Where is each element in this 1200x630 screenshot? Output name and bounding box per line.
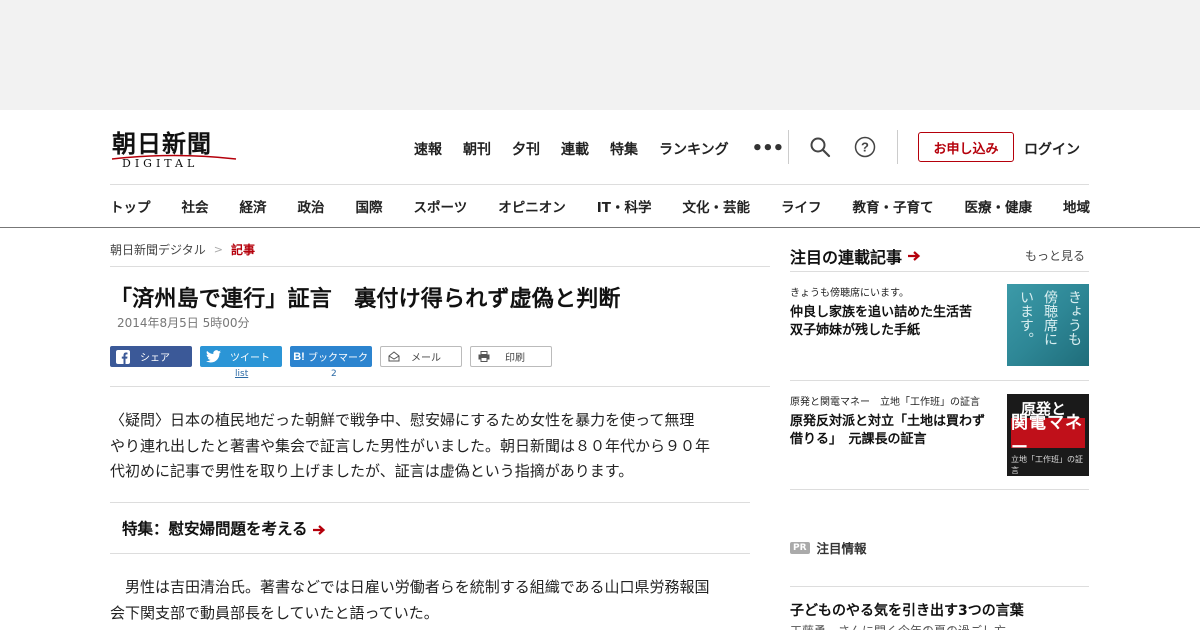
twitter-share-count[interactable]: list (235, 369, 248, 379)
thumb-text: 立地「工作班」の証言 (1011, 455, 1083, 475)
more-menu-icon[interactable]: ••• (752, 138, 785, 159)
category-nav: トップ 社会 経済 政治 国際 スポーツ オピニオン IT・科学 文化・芸能 ラ… (110, 196, 1090, 216)
lead-line: 〈疑問〉日本の植民地だった朝鮮で戦争中、慰安婦にするため女性を暴力を使って無理 (110, 411, 695, 429)
article-title: 「済州島で連行」証言 裏付け得られず虚偽と判断 (110, 287, 621, 312)
lead-line: やり連れ出したと著書や集会で証言した男性がいました。朝日新聞は８０年代から９０年 (110, 436, 711, 455)
cat-education[interactable]: 教育・子育て (852, 196, 933, 216)
divider (790, 586, 1089, 587)
breadcrumb-current[interactable]: 記事 (231, 241, 255, 258)
hatena-bookmark-button[interactable]: B! ブックマーク (290, 346, 372, 367)
article-body: 男性は吉田清治氏。著書などでは日雇い労働者らを統制する組織である山口県労務報国 … (110, 575, 752, 626)
body-line: 男性は吉田清治氏。著書などでは日雇い労働者らを統制する組織である山口県労務報国 (110, 578, 710, 596)
gnav-item-sokuho[interactable]: 速報 (414, 139, 442, 159)
cat-society[interactable]: 社会 (182, 196, 209, 216)
feature-link[interactable]: 特集：慰安婦問題を考える (122, 517, 326, 539)
facebook-icon (110, 349, 136, 364)
article-date: 2014年8月5日 5時00分 (117, 316, 250, 330)
cat-politics[interactable]: 政治 (298, 196, 325, 216)
pr-badge: PR (790, 541, 810, 554)
pr-article-subtitle[interactable]: 工藤勇一さんに聞く今年の夏の過ごし方 (790, 622, 1006, 630)
divider (790, 380, 1089, 381)
gnav-item-choukan[interactable]: 朝刊 (463, 139, 491, 159)
twitter-share-button[interactable]: ツイート (200, 346, 282, 367)
hatena-share-count[interactable]: 2 (331, 369, 337, 379)
cat-health[interactable]: 医療・健康 (964, 196, 1032, 216)
logo-sub-text: DIGITAL (122, 157, 199, 170)
breadcrumb-home[interactable]: 朝日新聞デジタル (110, 241, 206, 258)
mail-icon (381, 351, 407, 362)
mail-share-label: メール (411, 353, 441, 364)
cat-life[interactable]: ライフ (781, 196, 822, 216)
cat-top[interactable]: トップ (110, 196, 151, 216)
hatena-b-icon: B! (293, 350, 305, 363)
global-nav: 速報 朝刊 夕刊 連載 特集 ランキング ••• (414, 138, 785, 159)
cat-region[interactable]: 地域 (1063, 196, 1090, 216)
print-label: 印刷 (505, 353, 525, 364)
lead-line: 代初めに記事で男性を取り上げましたが、証言は虚偽という指摘があります。 (110, 462, 634, 480)
sidebar-heading[interactable]: 注目の連載記事 (790, 244, 921, 268)
help-icon[interactable]: ? (854, 136, 876, 158)
thumb-text: 関電マネー (1011, 413, 1085, 458)
divider (790, 489, 1089, 490)
gnav-item-tokushu[interactable]: 特集 (610, 139, 638, 159)
login-link[interactable]: ログイン (1024, 139, 1080, 159)
article-lead: 〈疑問〉日本の植民地だった朝鮮で戦争中、慰安婦にするため女性を暴力を使って無理 … (110, 408, 752, 485)
header-rule (110, 184, 1089, 185)
cat-opinion[interactable]: オピニオン (498, 196, 566, 216)
pr-label: 注目情報 (816, 541, 867, 556)
ad-space (0, 0, 1200, 110)
body-line: 会下関支部で動員部長をしていたと語っていた。 (110, 603, 439, 622)
mail-share-button[interactable]: メール (380, 346, 462, 367)
apply-button[interactable]: お申し込み (918, 132, 1014, 162)
gnav-item-rensai[interactable]: 連載 (561, 139, 589, 159)
print-button[interactable]: 印刷 (470, 346, 552, 367)
search-icon[interactable] (809, 136, 831, 158)
cat-sports[interactable]: スポーツ (414, 196, 468, 216)
facebook-share-label: シェア (140, 353, 170, 364)
arrow-right-icon (312, 524, 325, 535)
asahi-logo[interactable]: 朝日新聞 DIGITAL (110, 124, 240, 170)
cat-economy[interactable]: 経済 (240, 196, 267, 216)
cat-international[interactable]: 国際 (356, 196, 383, 216)
breadcrumb: 朝日新聞デジタル > 記事 (110, 241, 255, 258)
feature-link-label: 特集：慰安婦問題を考える (122, 520, 308, 538)
twitter-share-label: ツイート (230, 353, 270, 364)
svg-text:?: ? (861, 140, 869, 155)
gnav-item-ranking[interactable]: ランキング (659, 139, 729, 159)
pr-article-title[interactable]: 子どものやる気を引き出す3つの言葉 (790, 600, 1024, 620)
divider (790, 271, 1089, 272)
print-icon (471, 351, 497, 362)
facebook-share-button[interactable]: シェア (110, 346, 192, 367)
cat-culture[interactable]: 文化・芸能 (682, 196, 750, 216)
header-divider (788, 130, 789, 164)
sidebar-more-link[interactable]: もっと見る (1025, 247, 1085, 264)
thumb-text: います。 (1018, 290, 1034, 346)
pr-section-heading: PR 注目情報 (790, 538, 867, 557)
thumb-text: きょうも (1066, 290, 1082, 346)
breadcrumb-separator: > (213, 243, 223, 256)
cat-it-science[interactable]: IT・科学 (597, 196, 652, 216)
divider (110, 266, 770, 267)
hatena-share-label: ブックマーク (308, 353, 368, 364)
divider (110, 386, 770, 387)
site-header: 朝日新聞 DIGITAL 速報 朝刊 夕刊 連載 特集 ランキング ••• ? … (0, 110, 1200, 228)
twitter-icon (200, 350, 226, 363)
feature-link-box: 特集：慰安婦問題を考える (110, 502, 750, 554)
header-divider (897, 130, 898, 164)
sidebar-heading-label: 注目の連載記事 (790, 248, 903, 267)
gnav-item-yuukan[interactable]: 夕刊 (512, 139, 540, 159)
thumb-text: 傍聴席に (1042, 290, 1058, 346)
sidebar-article-thumbnail[interactable]: 原発と 関電マネー 立地「工作班」の証言 (1007, 394, 1089, 476)
arrow-right-icon (908, 251, 921, 261)
sidebar-article-thumbnail[interactable]: きょうも 傍聴席に います。 (1007, 284, 1089, 366)
